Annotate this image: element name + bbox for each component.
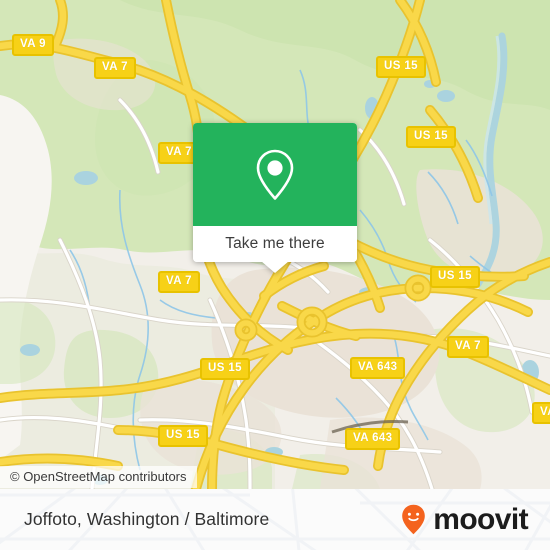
callout-tail: [261, 261, 289, 273]
moovit-logo[interactable]: moovit: [401, 489, 529, 550]
footer-bar: Joffoto, Washington / Baltimore moovit: [0, 489, 550, 550]
moovit-wordmark: moovit: [433, 502, 528, 536]
road-shield[interactable]: US 15: [158, 425, 208, 447]
take-me-there-button[interactable]: Take me there: [193, 226, 357, 262]
location-callout-card[interactable]: Take me there: [193, 123, 357, 273]
road-shield[interactable]: VA 643: [345, 428, 401, 450]
moovit-location-card-screenshot: VA 9 VA 7 US 15 US 15 VA 7 VA 7 US 15 VA…: [0, 0, 550, 550]
road-shield[interactable]: VA 7: [158, 271, 200, 293]
callout-header: [193, 123, 357, 226]
location-pin-icon: [256, 149, 294, 200]
map-attribution[interactable]: © OpenStreetMap contributors: [0, 466, 197, 488]
page-title: Joffoto, Washington / Baltimore: [24, 509, 270, 529]
road-shield[interactable]: VA 643: [350, 357, 406, 379]
road-shield[interactable]: VA 7: [447, 336, 489, 358]
road-shield[interactable]: VA 9: [12, 34, 54, 56]
moovit-smiley-pin-icon: [402, 504, 426, 535]
road-shield[interactable]: US 15: [376, 56, 426, 78]
road-shield[interactable]: VA: [532, 402, 550, 424]
callout-body: Take me there: [193, 123, 357, 262]
road-shield[interactable]: US 15: [430, 266, 480, 288]
road-shield[interactable]: US 15: [406, 126, 456, 148]
road-shield[interactable]: US 15: [200, 358, 250, 380]
take-me-there-label: Take me there: [225, 235, 325, 252]
map-canvas[interactable]: VA 9 VA 7 US 15 US 15 VA 7 VA 7 US 15 VA…: [0, 0, 550, 489]
road-shield[interactable]: VA 7: [94, 57, 136, 79]
